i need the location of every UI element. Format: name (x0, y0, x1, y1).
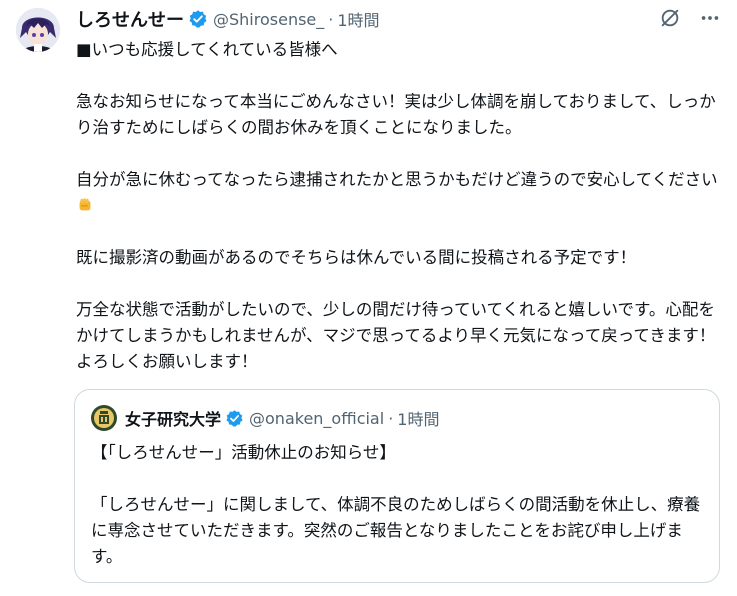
quoted-post-header: 女子研究大学 @onaken_official · 1時間 (91, 405, 440, 431)
post-paragraph: 急なお知らせになって本当にごめんなさい！実は少し体調を崩しておりまして、しっかり… (76, 92, 716, 137)
post-paragraph: 万全な状態で活動がしたいので、少しの間だけ待っていてくれると嬉しいです。心配をか… (76, 300, 716, 371)
author-handle[interactable]: @Shirosense_ (213, 10, 324, 29)
quoted-post-timestamp: 1時間 (397, 410, 440, 429)
separator-dot: · (328, 9, 334, 29)
grok-icon[interactable] (659, 7, 681, 29)
quoted-author-avatar (91, 405, 117, 431)
quoted-post[interactable]: 女子研究大学 @onaken_official · 1時間 【「しろせんせー」活… (74, 389, 720, 583)
more-options-icon[interactable] (699, 7, 721, 29)
author-display-name[interactable]: しろせんせー (76, 6, 184, 32)
quoted-post-paragraph: 「しろせんせー」に関しまして、体調不良のためしばらくの間活動を休止し、療養に専念… (91, 495, 701, 566)
verified-badge-icon (188, 9, 208, 29)
author-avatar[interactable] (16, 8, 60, 52)
quoted-author-display-name: 女子研究大学 (125, 410, 222, 429)
post-text: ■いつも応援してくれている皆様へ 急なお知らせになって本当にごめんなさい！実は少… (76, 37, 724, 401)
post-header: しろせんせー @Shirosense_ · 1時間 (76, 6, 380, 32)
post-paragraph-text: 自分が急に休むってなったら逮捕されたかと思うかもだけど違うので安心してください (76, 170, 718, 189)
fist-emoji-icon (76, 196, 94, 214)
quoted-author-handle: @onaken_official (249, 408, 385, 428)
quoted-post-text: 【「しろせんせー」活動休止のお知らせ】 「しろせんせー」に関しまして、体調不良の… (91, 440, 701, 596)
post-timestamp[interactable]: 1時間 (337, 7, 379, 31)
verified-badge-icon (225, 409, 244, 428)
post-actions (641, 7, 721, 29)
post-paragraph: 自分が急に休むってなったら逮捕されたかと思うかもだけど違うので安心してください (76, 167, 724, 219)
separator-dot: · (388, 408, 394, 428)
post-paragraph: 既に撮影済の動画があるのでそちらは休んでいる間に投稿される予定です！ (76, 248, 637, 267)
quoted-post-paragraph: 【「しろせんせー」活動休止のお知らせ】 (91, 443, 396, 462)
post-paragraph: ■いつも応援してくれている皆様へ (76, 40, 338, 59)
